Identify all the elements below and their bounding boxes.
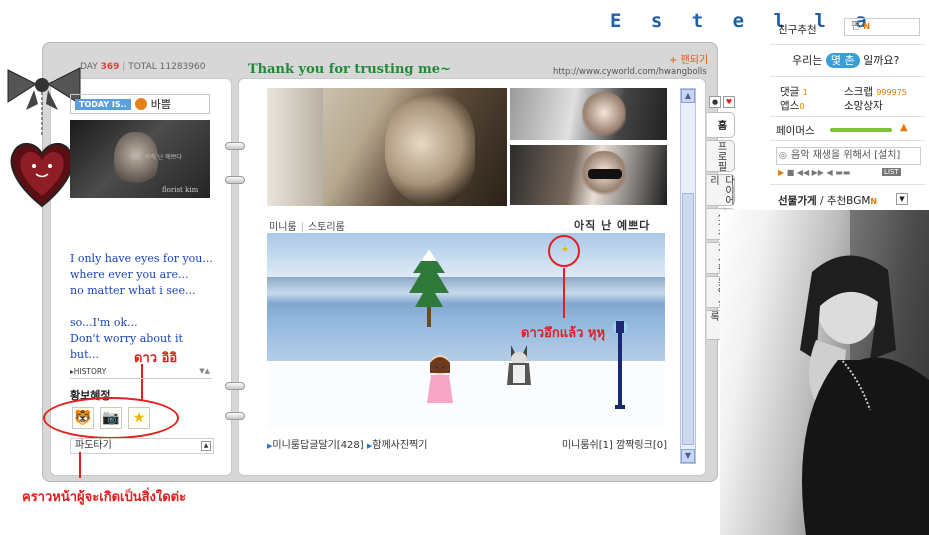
annotation-arrow <box>79 452 81 478</box>
background-photo <box>720 210 929 535</box>
scroll-down-icon[interactable]: ▼ <box>681 449 695 463</box>
profile-text-line: so...I'm ok... <box>70 316 138 329</box>
chevron-down-icon[interactable]: ▼ <box>896 193 908 205</box>
homepage-url[interactable]: http://www.cyworld.com/hwangbolls <box>553 67 707 77</box>
tab-miniroom[interactable]: 미니룸 <box>269 222 297 233</box>
gift-shop[interactable]: 선물가게 / 추천BGMN <box>778 193 877 208</box>
history-link[interactable]: ▸HISTORY ▼▲ <box>70 367 212 379</box>
today-is-label: TODAY IS.. <box>75 98 131 110</box>
tab-diary[interactable]: 다이어리 <box>707 174 735 206</box>
chon-pill[interactable]: 몇 촌 <box>825 53 860 68</box>
profile-text-line: but... <box>70 348 100 361</box>
friend-recommend-label[interactable]: 친구추천 <box>778 22 817 37</box>
profile-text-line: I only have eyes for you... <box>70 252 213 265</box>
famous-label[interactable]: 페이머스 <box>776 123 815 138</box>
miniroom-tabs: 미니룸 | 스토리룸 <box>269 222 345 233</box>
annotation-bottom-text: คราวหน้าผู้จะเกิดเป็นสิ่งใดต่ะ <box>22 490 187 505</box>
annotation-star-text: ดาวอึกแล้ว หุหุ <box>521 326 606 341</box>
homepage-title: Thank you for trusting me~ <box>248 62 451 77</box>
avatar-girl-icon[interactable] <box>425 351 455 407</box>
right-scrollbar[interactable]: ▲ ▼ <box>680 88 696 464</box>
today-mood-value: 바쁨 <box>150 98 171 111</box>
photo-thumbnail[interactable] <box>510 145 667 205</box>
binder-ring <box>225 176 245 184</box>
pine-tree-icon <box>409 249 449 327</box>
become-fan-button[interactable]: + 팬되기 <box>669 51 708 66</box>
photo-thumbnail[interactable] <box>510 88 667 140</box>
profile-photo-caption: florist kim <box>162 186 199 194</box>
side-info-column: 친구추천 편 N 우리는 몇 촌 일까요? 댓글 1 스크랩 999975 앱스… <box>770 0 929 210</box>
apps-stat[interactable]: 앱스0 <box>780 98 804 113</box>
famous-bar <box>830 128 892 132</box>
annotation-arrow <box>563 268 565 318</box>
music-controls[interactable]: ▶ ■ ◀◀ ▶▶ ◀ ▬▬ <box>778 168 850 177</box>
take-photo-together-link[interactable]: 함께사진찍기 <box>372 440 427 451</box>
recommend-bgm-label[interactable]: 추천BGM <box>827 195 871 207</box>
binder-ring <box>225 382 245 390</box>
scroll-thumb[interactable] <box>682 193 694 445</box>
chon-question[interactable]: 우리는 몇 촌 일까요? <box>792 52 899 68</box>
wishbox-link[interactable]: 소망상자 <box>844 98 883 113</box>
comments-stat[interactable]: 댓글 1 <box>780 84 808 99</box>
miniroom-scene[interactable]: ★ <box>267 233 665 429</box>
visitor-counter: DAY 369 | TOTAL 11283960 <box>80 62 206 72</box>
scroll-up-icon[interactable]: ▲ <box>681 89 695 103</box>
gift-shop-label[interactable]: 선물가게 <box>778 195 817 207</box>
profile-photo[interactable]: 항상, 아직 난 예쁘다 florist kim <box>70 120 210 198</box>
music-player-notice[interactable]: 음악 재생을 위해서 [설치] <box>776 147 921 165</box>
record-icon[interactable]: ● <box>709 96 721 108</box>
tab-home[interactable]: 홈 <box>707 112 735 138</box>
profile-photo-text: 항상, 아직 난 예쁘다 <box>130 154 182 161</box>
music-list-button[interactable]: LIST <box>882 168 901 176</box>
annotation-circle <box>548 235 580 267</box>
profile-text-line: no matter what i see... <box>70 284 196 297</box>
main-photo[interactable] <box>267 88 507 206</box>
miniroom-reply-link[interactable]: 미니룸답글달기[428] <box>272 440 363 451</box>
history-arrows-icon[interactable]: ▼▲ <box>199 367 210 375</box>
new-badge: N <box>870 197 878 206</box>
miniroom-stats[interactable]: 미니룸쉬[1] 깜짝링크[0] <box>562 436 667 451</box>
binder-ring <box>225 412 245 420</box>
new-badge: N <box>863 22 871 31</box>
tab-top-icons: ● ♥ <box>709 96 739 112</box>
heart-icon[interactable]: ♥ <box>723 96 735 108</box>
mood-icon <box>134 98 147 110</box>
today-mood[interactable]: TODAY IS.. 바쁨 <box>70 94 210 114</box>
wave-riding-button[interactable]: ▲ <box>201 441 211 451</box>
arrow-up-icon[interactable]: ▲ <box>900 122 908 133</box>
street-lamp-icon <box>613 320 627 409</box>
wave-riding-select[interactable]: 파도타기 ▲ <box>70 438 214 454</box>
tab-storyroom[interactable]: 스토리룸 <box>308 222 345 233</box>
tab-profile[interactable]: 프로필 <box>707 140 735 172</box>
scrap-stat[interactable]: 스크랩 999975 <box>844 84 907 99</box>
miniroom-title: 아직 난 예쁘다 <box>574 219 651 232</box>
profile-text-line: where ever you are... <box>70 268 189 281</box>
husky-dog-icon[interactable] <box>503 341 535 387</box>
binder-ring <box>225 142 245 150</box>
friend-recommend-input[interactable]: 편 N <box>844 18 920 36</box>
profile-text-line: Don't worry about it <box>70 332 183 345</box>
annotation-circle <box>43 397 179 439</box>
